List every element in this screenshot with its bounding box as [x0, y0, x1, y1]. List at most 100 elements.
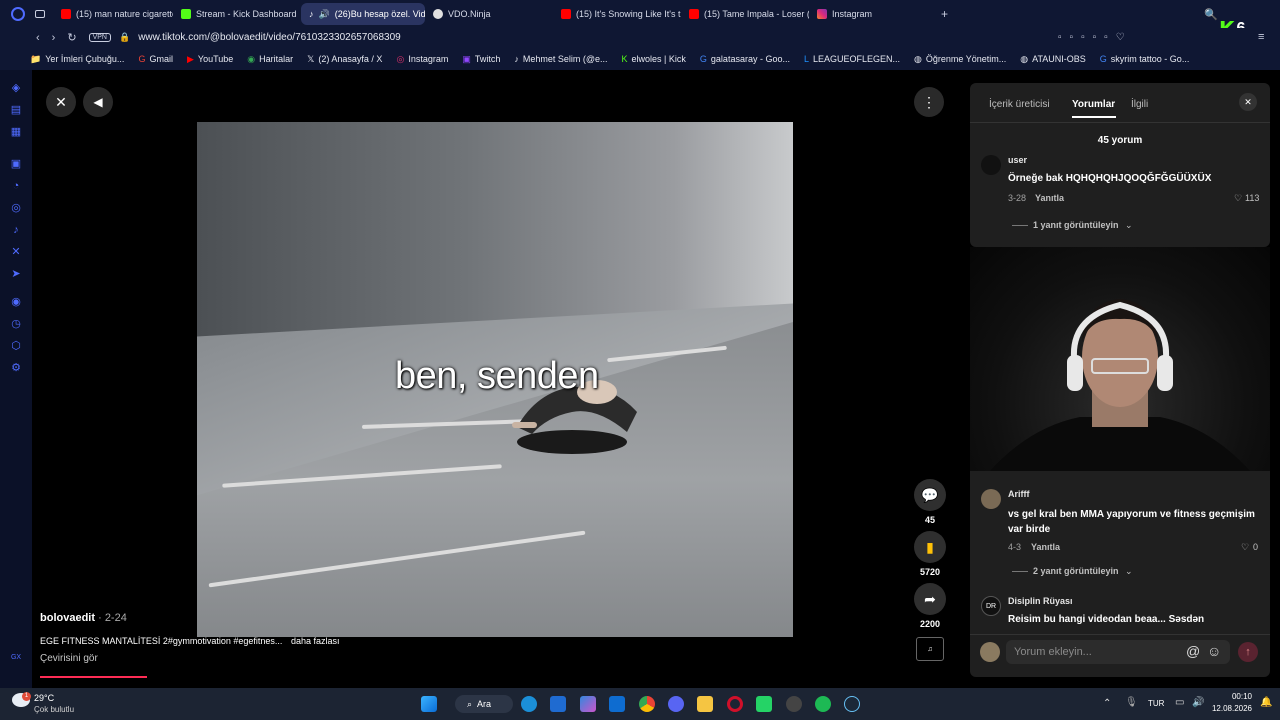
bookmark-item[interactable]: ◉ Haritalar: [247, 54, 293, 65]
bookmark-icon[interactable]: ▮: [914, 531, 946, 563]
browser-tab[interactable]: VDO.Ninja: [425, 3, 553, 25]
comment-username[interactable]: user: [1008, 155, 1027, 165]
tiktok-icon[interactable]: ♪: [10, 224, 22, 236]
forward-icon[interactable]: ›: [52, 32, 56, 44]
avatar[interactable]: [981, 155, 1001, 175]
bookmark-item[interactable]: ♪ Mehmet Selim (@e...: [514, 54, 607, 64]
back-icon[interactable]: ‹: [36, 32, 40, 44]
more-options-icon[interactable]: ⋮: [914, 87, 944, 117]
bookmark-item[interactable]: ◍ Öğrenme Yönetim...: [914, 54, 1006, 65]
comment-username[interactable]: Disiplin Rüyası: [1008, 596, 1073, 606]
browser-tab[interactable]: Stream - Kick Dashboard: [173, 3, 301, 25]
chevron-down-icon[interactable]: ⌄: [1125, 220, 1133, 231]
volume-icon[interactable]: ◀: [83, 87, 113, 117]
like-icon[interactable]: ♡: [1234, 193, 1242, 204]
whatsapp-icon[interactable]: [756, 696, 772, 712]
bookmark-item[interactable]: Gskyrim tattoo - Go...: [1100, 54, 1190, 64]
menu-icon[interactable]: ≡: [1258, 31, 1264, 43]
browser-tab[interactable]: Instagram: [809, 3, 937, 25]
weather-temp[interactable]: 29°C: [34, 693, 54, 703]
comment-input[interactable]: Yorum ekleyin... @ ☺: [1006, 640, 1230, 664]
obs-icon[interactable]: [786, 696, 802, 712]
browser-tab[interactable]: (15) Tame Impala - Loser (: [681, 3, 809, 25]
new-tab-button[interactable]: +: [941, 7, 948, 21]
send-icon[interactable]: ↑: [1238, 642, 1258, 662]
emoji-icon[interactable]: ☺: [1207, 643, 1221, 659]
extensions-icon[interactable]: ⬡: [10, 340, 22, 352]
reload-icon[interactable]: ↻: [67, 31, 76, 44]
bookmark-item[interactable]: ▶ YouTube: [187, 54, 233, 65]
weather-desc[interactable]: Çok bulutlu: [34, 705, 74, 714]
url-field[interactable]: www.tiktok.com/@bolovaedit/video/7610323…: [138, 32, 401, 43]
file-explorer-icon[interactable]: [697, 696, 713, 712]
vpn-badge[interactable]: VPN: [88, 33, 111, 42]
notification-icon[interactable]: 🔔: [1260, 697, 1272, 708]
telegram-icon[interactable]: ➤: [10, 268, 22, 280]
chevron-up-icon[interactable]: ⌃: [1103, 698, 1111, 709]
reply-button[interactable]: Yanıtla: [1031, 542, 1060, 552]
twitch-icon[interactable]: ▣: [10, 158, 22, 170]
network-icon[interactable]: ▭: [1175, 697, 1184, 708]
comment-icon[interactable]: 💬: [914, 479, 946, 511]
tab-creator[interactable]: İçerik üreticisi: [989, 99, 1050, 110]
browser-tab[interactable]: (15) It's Snowing Like It's t: [553, 3, 681, 25]
share-icon[interactable]: ➦: [914, 583, 946, 615]
crypto-wallet-icon[interactable]: ▤: [10, 104, 22, 116]
copilot-icon[interactable]: [580, 696, 596, 712]
aria-icon[interactable]: ◈: [10, 82, 22, 94]
chrome-icon[interactable]: [639, 696, 655, 712]
clock-date[interactable]: 12.08.2026: [1200, 704, 1252, 713]
gx-icon[interactable]: GX: [10, 652, 22, 664]
comment-username[interactable]: Arifff: [1008, 489, 1030, 499]
settings-icon[interactable]: ⚙: [10, 362, 22, 374]
history-icon[interactable]: ◷: [10, 318, 22, 330]
more-link[interactable]: daha fazlası: [291, 636, 340, 646]
mention-icon[interactable]: @: [1186, 643, 1200, 659]
browser-logo-icon[interactable]: [11, 7, 25, 21]
microphone-icon[interactable]: 🎙: [1125, 697, 1138, 708]
search-icon[interactable]: 🔍: [1204, 8, 1218, 21]
bookmark-item[interactable]: ◍ ATAUNI-OBS: [1020, 54, 1086, 65]
pinboard-icon[interactable]: ◉: [10, 296, 22, 308]
music-disc-icon[interactable]: ♫: [916, 637, 944, 661]
progress-bar-fill[interactable]: [40, 676, 147, 678]
bookmark-item[interactable]: 📁 Yer İmleri Çubuğu...: [30, 54, 124, 65]
translate-link[interactable]: Çevirisini gör: [40, 653, 98, 664]
tab-manager-icon[interactable]: [35, 10, 45, 18]
browser-tab[interactable]: (15) man nature cigarette s: [53, 3, 173, 25]
avatar[interactable]: DR: [981, 596, 1001, 616]
clock-time[interactable]: 00:10: [1212, 692, 1252, 701]
tab-comments[interactable]: Yorumlar: [1072, 99, 1115, 110]
opera-gx-icon[interactable]: [727, 696, 743, 712]
steam-icon[interactable]: [844, 696, 860, 712]
bookmark-item[interactable]: ◎ Instagram: [396, 54, 448, 65]
bookmark-item[interactable]: Kelwoles | Kick: [622, 54, 686, 64]
instagram-icon[interactable]: ◎: [10, 202, 22, 214]
close-icon[interactable]: ✕: [46, 87, 76, 117]
store-icon[interactable]: [609, 696, 625, 712]
browser-tab-active[interactable]: ♪ 🔊 (26)Bu hesap özel. Vid: [301, 3, 425, 25]
view-replies-button[interactable]: 1 yanıt görüntüleyin: [1033, 220, 1119, 230]
discord-icon[interactable]: [668, 696, 684, 712]
edge-icon[interactable]: [521, 696, 537, 712]
bookmark-item[interactable]: ▣ Twitch: [462, 54, 500, 65]
view-replies-button[interactable]: 2 yanıt görüntüleyin: [1033, 566, 1119, 576]
outlook-icon[interactable]: [550, 696, 566, 712]
player-icon[interactable]: ▦: [10, 126, 22, 138]
author-name[interactable]: bolovaedit: [40, 612, 95, 624]
bookmark-item[interactable]: 𝕏 (2) Anasayfa / X: [307, 54, 382, 65]
whatsapp-icon[interactable]: ◔: [10, 180, 22, 192]
chevron-down-icon[interactable]: ⌄: [1125, 566, 1133, 577]
reply-button[interactable]: Yanıtla: [1035, 193, 1064, 203]
lock-icon[interactable]: 🔒: [119, 32, 130, 43]
speaker-icon[interactable]: 🔊: [319, 9, 330, 20]
windows-start-icon[interactable]: [421, 696, 437, 712]
x-icon[interactable]: ✕: [10, 246, 22, 258]
panel-close-icon[interactable]: ✕: [1239, 93, 1257, 111]
tab-related[interactable]: İlgili: [1131, 99, 1148, 110]
bookmark-item[interactable]: Ggalatasaray - Goo...: [700, 54, 790, 64]
spotify-icon[interactable]: [815, 696, 831, 712]
language-indicator[interactable]: TUR: [1148, 699, 1164, 708]
bookmark-item[interactable]: G Gmail: [138, 54, 173, 64]
taskbar-search[interactable]: ⌕ Ara: [455, 695, 513, 713]
